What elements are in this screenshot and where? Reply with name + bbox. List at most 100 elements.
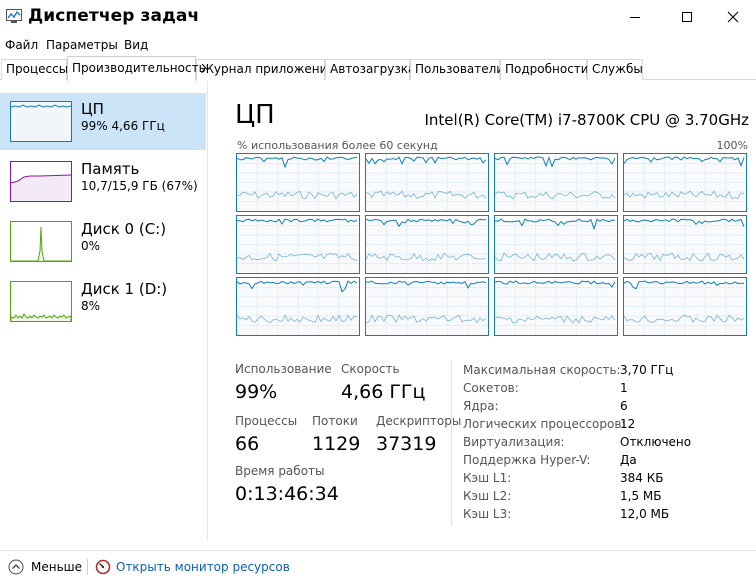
spec-sockets-value: 1 [620, 381, 628, 395]
title-bar: Диспетчер задач [0, 0, 756, 36]
sidebar-disk0-sub: 0% [81, 239, 101, 253]
cpu-usage-trace [624, 216, 746, 273]
sidebar-disk1-title: Диск 1 (D:) [81, 280, 168, 298]
utilization-max-label: 100% [716, 139, 748, 152]
logical-processor-graph [365, 215, 489, 274]
disk0-thumbnail-graph [10, 221, 72, 262]
spec-sockets-label: Сокетов: [463, 381, 519, 395]
spec-l3-value: 12,0 МБ [620, 507, 670, 521]
resource-sidebar: ЦП 99% 4,66 ГГц Память 10,7/15,9 ГБ (67%… [0, 81, 208, 541]
cpu-usage-trace [237, 278, 359, 335]
sidebar-disk1-sub: 8% [81, 299, 101, 313]
cpu-model-name: Intel(R) Core(TM) i7-8700K CPU @ 3.70GHz [424, 111, 749, 129]
sidebar-item-disk1[interactable]: Диск 1 (D:) 8% [0, 273, 206, 331]
tab-app-history[interactable]: Журнал приложений [196, 59, 335, 80]
open-resource-monitor-link[interactable]: Открыть монитор ресурсов [116, 560, 290, 574]
resource-monitor-icon [95, 559, 111, 575]
spec-l1-label: Кэш L1: [463, 471, 512, 485]
collapse-chevron-icon[interactable] [8, 559, 24, 575]
cpu-usage-trace [495, 278, 617, 335]
close-button[interactable] [710, 0, 756, 34]
cpu-usage-trace [624, 154, 746, 211]
logical-processor-graph [623, 277, 747, 336]
task-manager-window: Диспетчер задач Файл Параметры Вид Проце… [0, 0, 756, 579]
utilization-label: % использования более 60 секунд [237, 139, 438, 152]
minimize-button[interactable] [612, 0, 658, 34]
tab-bar: Процессы Производительность Журнал прило… [0, 56, 756, 81]
spec-max-speed-label: Максимальная скорость: [463, 363, 621, 377]
sidebar-item-cpu[interactable]: ЦП 99% 4,66 ГГц [0, 93, 206, 150]
menu-view[interactable]: Вид [124, 38, 148, 52]
logical-processor-graph [623, 153, 747, 212]
logical-processor-graph-grid [236, 153, 752, 341]
tab-services[interactable]: Службы [587, 59, 643, 80]
maximize-button[interactable] [664, 0, 710, 34]
sidebar-disk0-title: Диск 0 (C:) [81, 220, 167, 238]
stats-divider [451, 360, 452, 526]
spec-hyperv-label: Поддержка Hyper-V: [463, 453, 591, 467]
menu-options[interactable]: Параметры [46, 38, 118, 52]
footer-divider [87, 559, 88, 575]
cpu-usage-trace [495, 154, 617, 211]
cpu-thumbnail-graph [10, 101, 72, 142]
memory-thumbnail-graph [10, 161, 72, 202]
window-title: Диспетчер задач [28, 6, 200, 26]
tab-users[interactable]: Пользователи [410, 59, 504, 80]
minimize-icon [630, 17, 640, 18]
logical-processor-graph [365, 153, 489, 212]
cpu-usage-trace [237, 154, 359, 211]
handles-label: Дескрипторы [376, 414, 462, 428]
speed-value: 4,66 ГГц [341, 381, 426, 403]
spec-cores-label: Ядра: [463, 399, 499, 413]
logical-processor-graph [494, 277, 618, 336]
spec-l3-label: Кэш L3: [463, 507, 512, 521]
logical-processor-graph [236, 277, 360, 336]
cpu-usage-trace [624, 278, 746, 335]
spec-max-speed-value: 3,70 ГГц [620, 363, 674, 377]
spec-logical-value: 12 [620, 417, 636, 431]
uptime-label: Время работы [235, 464, 325, 478]
cpu-usage-trace [366, 154, 488, 211]
menu-file[interactable]: Файл [5, 38, 38, 52]
spec-logical-label: Логических процессоров: [463, 417, 626, 431]
cpu-usage-trace [237, 216, 359, 273]
cpu-usage-trace [366, 216, 488, 273]
task-manager-app-icon [6, 9, 22, 23]
sidebar-item-disk0[interactable]: Диск 0 (C:) 0% [0, 213, 206, 271]
spec-virtualization-label: Виртуализация: [463, 435, 565, 449]
tab-details[interactable]: Подробности [500, 59, 589, 80]
uptime-value: 0:13:46:34 [235, 483, 339, 505]
spec-hyperv-value: Да [620, 453, 637, 467]
spec-virtualization-value: Отключено [620, 435, 692, 449]
maximize-icon [682, 12, 692, 22]
spec-l2-value: 1,5 МБ [620, 489, 662, 503]
sidebar-item-memory[interactable]: Память 10,7/15,9 ГБ (67%) [0, 153, 206, 211]
tab-startup[interactable]: Автозагрузка [325, 59, 415, 80]
usage-value: 99% [235, 381, 278, 403]
threads-label: Потоки [312, 414, 358, 428]
processes-label: Процессы [235, 414, 298, 428]
usage-label: Использование [235, 362, 332, 376]
tab-processes[interactable]: Процессы [1, 59, 68, 80]
fewer-details-button[interactable]: Меньше [31, 560, 82, 574]
logical-processor-graph [236, 215, 360, 274]
sidebar-memory-title: Память [81, 160, 140, 178]
disk1-thumbnail-graph [10, 281, 72, 322]
threads-value: 1129 [312, 433, 361, 455]
sidebar-cpu-sub: 99% 4,66 ГГц [81, 119, 165, 133]
sidebar-cpu-title: ЦП [81, 100, 104, 118]
footer-bar: Меньше Открыть монитор ресурсов [0, 550, 756, 579]
logical-processor-graph [494, 215, 618, 274]
tab-performance[interactable]: Производительность [67, 56, 206, 81]
speed-label: Скорость [341, 362, 400, 376]
logical-processor-graph [494, 153, 618, 212]
spec-cores-value: 6 [620, 399, 628, 413]
logical-processor-graph [236, 153, 360, 212]
cpu-usage-trace [366, 278, 488, 335]
spec-l1-value: 384 КБ [620, 471, 664, 485]
logical-processor-graph [365, 277, 489, 336]
page-title: ЦП [235, 100, 275, 130]
sidebar-memory-sub: 10,7/15,9 ГБ (67%) [81, 179, 198, 193]
logical-processor-graph [623, 215, 747, 274]
menu-bar: Файл Параметры Вид [0, 36, 756, 56]
